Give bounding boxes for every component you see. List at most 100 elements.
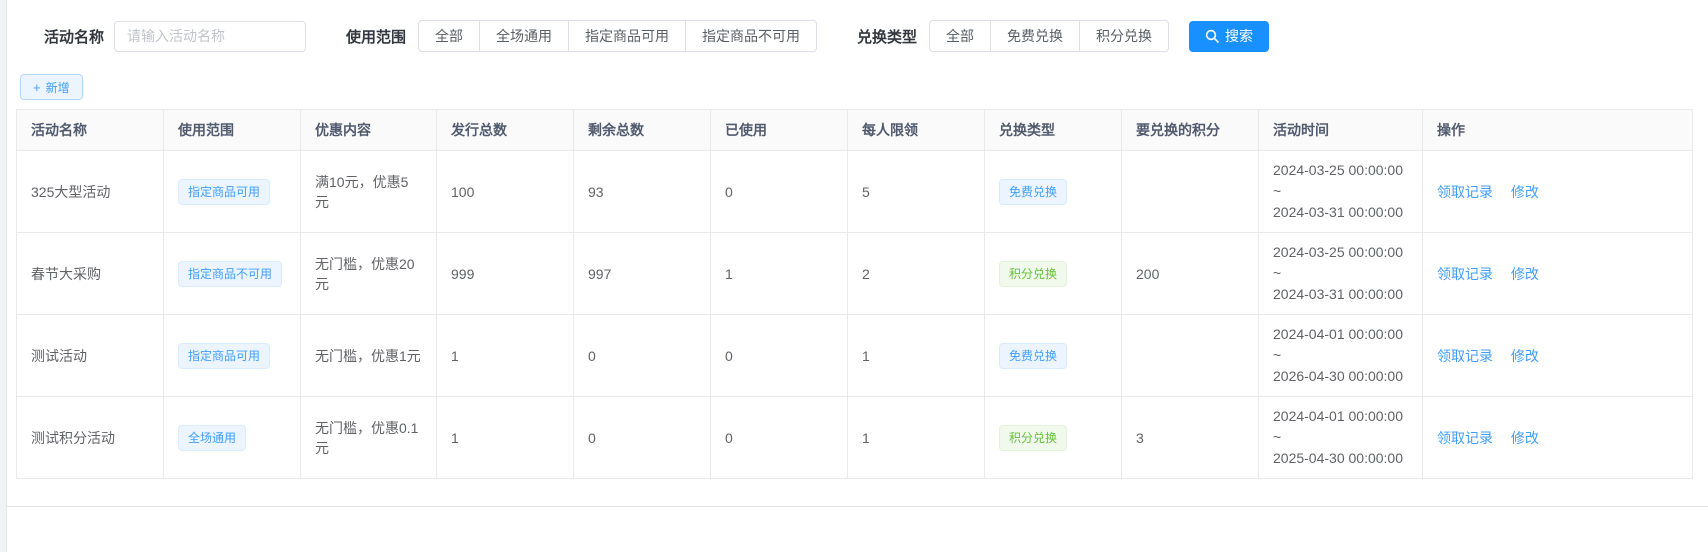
claim-records-link[interactable]: 领取记录 [1437, 430, 1493, 446]
cell-used: 0 [711, 315, 848, 397]
claim-records-link[interactable]: 领取记录 [1437, 266, 1493, 282]
time-tilde: ~ [1273, 345, 1408, 366]
search-icon [1205, 29, 1219, 43]
cell-activity-name: 测试积分活动 [17, 397, 164, 479]
time-tilde: ~ [1273, 263, 1408, 284]
cell-operations: 领取记录 修改 [1423, 233, 1693, 315]
time-end: 2024-03-31 00:00:00 [1273, 202, 1408, 223]
col-header-usage-scope: 使用范围 [164, 110, 301, 151]
exchange-type-tag: 积分兑换 [999, 261, 1067, 287]
col-header-per-person-limit: 每人限领 [848, 110, 985, 151]
cell-per-limit: 1 [848, 397, 985, 479]
cell-exchange-type: 积分兑换 [985, 397, 1122, 479]
claim-records-link[interactable]: 领取记录 [1437, 184, 1493, 200]
add-button[interactable]: + 新增 [20, 74, 83, 100]
time-end: 2025-04-30 00:00:00 [1273, 448, 1408, 469]
usage-scope-specified-allowed-button[interactable]: 指定商品可用 [569, 20, 686, 52]
add-button-label: 新增 [46, 79, 70, 96]
exchange-type-button-group: 全部 免费兑换 积分兑换 [929, 20, 1169, 52]
activity-name-label: 活动名称 [44, 26, 104, 47]
cell-discount: 满10元，优惠5元 [301, 151, 437, 233]
exchange-type-tag: 免费兑换 [999, 179, 1067, 205]
cell-points [1122, 151, 1259, 233]
modify-link[interactable]: 修改 [1511, 184, 1539, 200]
left-edge-strip [0, 0, 7, 552]
exchange-type-free-button[interactable]: 免费兑换 [991, 20, 1080, 52]
cell-usage-scope: 指定商品不可用 [164, 233, 301, 315]
cell-discount: 无门槛，优惠0.1元 [301, 397, 437, 479]
cell-per-limit: 2 [848, 233, 985, 315]
filter-bar: 活动名称 使用范围 全部 全场通用 指定商品可用 指定商品不可用 兑换类型 全部… [44, 20, 1693, 52]
time-end: 2026-04-30 00:00:00 [1273, 366, 1408, 387]
usage-scope-tag: 指定商品可用 [178, 343, 270, 369]
cell-usage-scope: 全场通用 [164, 397, 301, 479]
usage-scope-label: 使用范围 [346, 26, 406, 47]
exchange-type-tag: 免费兑换 [999, 343, 1067, 369]
cell-activity-time: 2024-03-25 00:00:00 ~ 2024-03-31 00:00:0… [1259, 233, 1423, 315]
exchange-type-all-button[interactable]: 全部 [929, 20, 991, 52]
cell-used: 0 [711, 397, 848, 479]
time-start: 2024-04-01 00:00:00 [1273, 324, 1408, 345]
col-header-activity-name: 活动名称 [17, 110, 164, 151]
usage-scope-tag: 全场通用 [178, 425, 246, 451]
usage-scope-specified-disallowed-button[interactable]: 指定商品不可用 [686, 20, 817, 52]
usage-scope-universal-button[interactable]: 全场通用 [480, 20, 569, 52]
col-header-total-remaining: 剩余总数 [574, 110, 711, 151]
cell-remaining: 0 [574, 315, 711, 397]
modify-link[interactable]: 修改 [1511, 430, 1539, 446]
time-end: 2024-03-31 00:00:00 [1273, 284, 1408, 305]
usage-scope-all-button[interactable]: 全部 [418, 20, 480, 52]
cell-remaining: 93 [574, 151, 711, 233]
cell-exchange-type: 免费兑换 [985, 151, 1122, 233]
cell-points: 200 [1122, 233, 1259, 315]
usage-scope-tag: 指定商品可用 [178, 179, 270, 205]
cell-activity-time: 2024-03-25 00:00:00 ~ 2024-03-31 00:00:0… [1259, 151, 1423, 233]
usage-scope-button-group: 全部 全场通用 指定商品可用 指定商品不可用 [418, 20, 817, 52]
cell-used: 0 [711, 151, 848, 233]
exchange-type-points-button[interactable]: 积分兑换 [1080, 20, 1169, 52]
exchange-type-label: 兑换类型 [857, 26, 917, 47]
exchange-type-tag: 积分兑换 [999, 425, 1067, 451]
col-header-used: 已使用 [711, 110, 848, 151]
cell-used: 1 [711, 233, 848, 315]
cell-per-limit: 5 [848, 151, 985, 233]
modify-link[interactable]: 修改 [1511, 348, 1539, 364]
cell-activity-name: 测试活动 [17, 315, 164, 397]
cell-issued: 1 [437, 397, 574, 479]
cell-operations: 领取记录 修改 [1423, 151, 1693, 233]
table-row: 测试积分活动 全场通用 无门槛，优惠0.1元 1 0 0 1 积分兑换 3 20… [17, 397, 1693, 479]
time-tilde: ~ [1273, 181, 1408, 202]
claim-records-link[interactable]: 领取记录 [1437, 348, 1493, 364]
time-start: 2024-03-25 00:00:00 [1273, 160, 1408, 181]
page: 活动名称 使用范围 全部 全场通用 指定商品可用 指定商品不可用 兑换类型 全部… [0, 0, 1708, 552]
cell-issued: 1 [437, 315, 574, 397]
activity-table: 活动名称 使用范围 优惠内容 发行总数 剩余总数 已使用 每人限领 兑换类型 要… [16, 109, 1693, 479]
time-start: 2024-03-25 00:00:00 [1273, 242, 1408, 263]
table-header-row: 活动名称 使用范围 优惠内容 发行总数 剩余总数 已使用 每人限领 兑换类型 要… [17, 110, 1693, 151]
activity-name-input[interactable] [114, 21, 306, 52]
search-button-label: 搜索 [1225, 26, 1253, 46]
col-header-exchange-type: 兑换类型 [985, 110, 1122, 151]
table-row: 325大型活动 指定商品可用 满10元，优惠5元 100 93 0 5 免费兑换… [17, 151, 1693, 233]
col-header-operations: 操作 [1423, 110, 1693, 151]
col-header-total-issued: 发行总数 [437, 110, 574, 151]
cell-discount: 无门槛，优惠1元 [301, 315, 437, 397]
cell-activity-name: 325大型活动 [17, 151, 164, 233]
cell-issued: 999 [437, 233, 574, 315]
cell-points [1122, 315, 1259, 397]
cell-remaining: 997 [574, 233, 711, 315]
cell-discount: 无门槛，优惠20元 [301, 233, 437, 315]
cell-usage-scope: 指定商品可用 [164, 151, 301, 233]
cell-activity-time: 2024-04-01 00:00:00 ~ 2025-04-30 00:00:0… [1259, 397, 1423, 479]
cell-activity-time: 2024-04-01 00:00:00 ~ 2026-04-30 00:00:0… [1259, 315, 1423, 397]
cell-remaining: 0 [574, 397, 711, 479]
search-button[interactable]: 搜索 [1189, 21, 1269, 52]
modify-link[interactable]: 修改 [1511, 266, 1539, 282]
cell-points: 3 [1122, 397, 1259, 479]
content-area: 活动名称 使用范围 全部 全场通用 指定商品可用 指定商品不可用 兑换类型 全部… [7, 0, 1708, 507]
col-header-activity-time: 活动时间 [1259, 110, 1423, 151]
cell-per-limit: 1 [848, 315, 985, 397]
cell-operations: 领取记录 修改 [1423, 315, 1693, 397]
cell-issued: 100 [437, 151, 574, 233]
col-header-discount-content: 优惠内容 [301, 110, 437, 151]
